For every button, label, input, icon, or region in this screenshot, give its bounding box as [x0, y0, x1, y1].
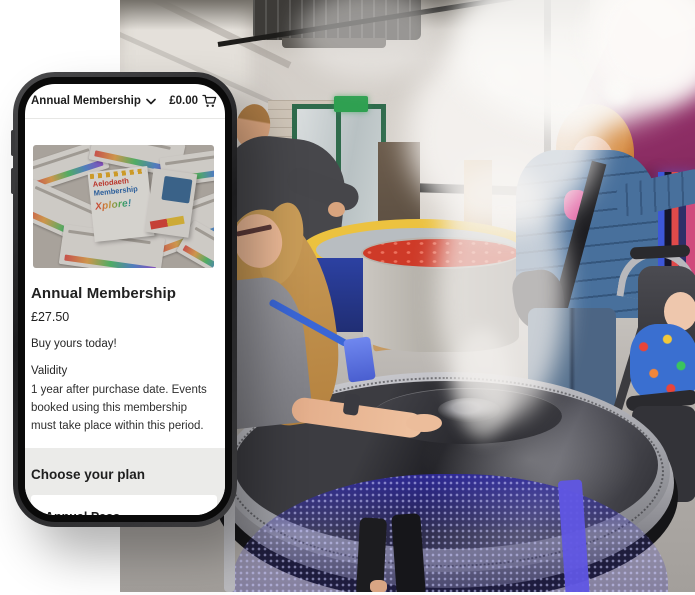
product-price: £27.50: [31, 310, 217, 324]
plan-option-annual-pass[interactable]: Annual Pass Unlimited annual membership: [31, 495, 217, 515]
volume-button: [11, 130, 15, 156]
promo-text: Buy yours today!: [31, 338, 217, 350]
girl-ankle: [370, 580, 387, 592]
phone-bezel: Annual Membership £0.00: [18, 77, 232, 522]
validity-text: 1 year after purchase date. Events booke…: [31, 382, 217, 435]
girl-leg: [391, 513, 426, 592]
cart-button[interactable]: £0.00: [169, 94, 217, 108]
wrist-watch: [343, 393, 361, 416]
product-image-membership-cards: Aelodaeth Membership Xplore!: [33, 145, 214, 268]
smoke-plume: [298, 0, 440, 80]
image-dim-overlay: [33, 145, 214, 268]
validity-label: Validity: [31, 365, 217, 377]
app-top-bar: Annual Membership £0.00: [25, 84, 225, 119]
lanyard-badge: [343, 336, 376, 382]
exit-sign: [334, 96, 368, 112]
phone-screen: Annual Membership £0.00: [25, 84, 225, 515]
cart-icon: [202, 94, 217, 108]
girl-hand: [406, 414, 442, 432]
product-selector[interactable]: Annual Membership: [31, 95, 156, 107]
product-title: Annual Membership: [31, 285, 217, 302]
man-hand: [328, 202, 345, 217]
phone-mockup: Annual Membership £0.00: [13, 72, 237, 527]
cart-total: £0.00: [169, 95, 198, 107]
plan-section-title: Choose your plan: [31, 467, 217, 482]
plan-name: Annual Pass: [45, 510, 203, 515]
product-selector-label: Annual Membership: [31, 95, 141, 107]
baby-colorful-jacket: [630, 324, 695, 400]
plan-section: Choose your plan Annual Pass Unlimited a…: [25, 448, 225, 515]
chevron-down-icon: [146, 98, 156, 105]
volume-button: [11, 168, 15, 194]
product-details: Annual Membership £27.50 Buy yours today…: [25, 285, 225, 435]
